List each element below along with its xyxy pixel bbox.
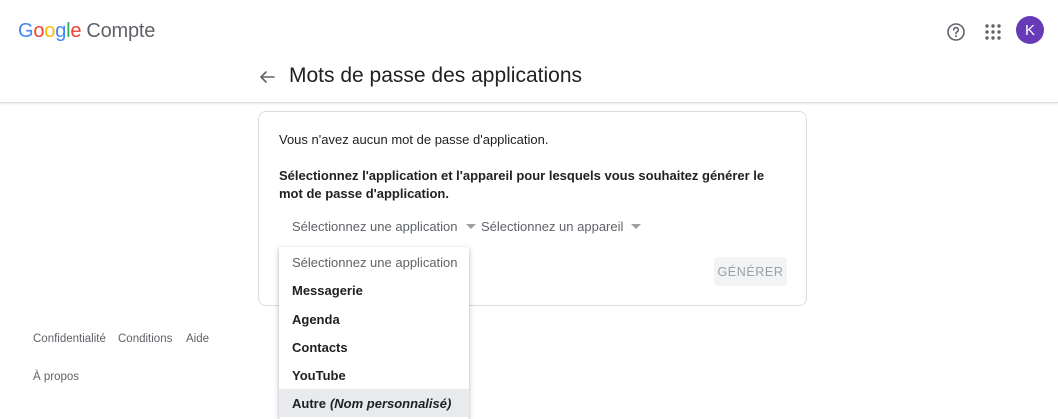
app-select-menu: Sélectionnez une application Messagerie … bbox=[279, 247, 469, 419]
no-password-message: Vous n'avez aucun mot de passe d'applica… bbox=[279, 132, 549, 147]
menu-item-youtube[interactable]: YouTube bbox=[279, 361, 469, 389]
device-select-label: Sélectionnez un appareil bbox=[481, 219, 624, 234]
device-select[interactable]: Sélectionnez un appareil bbox=[481, 219, 642, 234]
caret-down-icon bbox=[465, 224, 476, 229]
menu-item-contacts[interactable]: Contacts bbox=[279, 333, 469, 361]
footer-link-privacy[interactable]: Confidentialité bbox=[33, 333, 106, 345]
account-avatar[interactable]: K bbox=[1016, 16, 1044, 44]
footer-link-help[interactable]: Aide bbox=[186, 333, 209, 345]
instruction-text: Sélectionnez l'application et l'appareil… bbox=[279, 168, 765, 201]
arrow-back-icon[interactable] bbox=[258, 68, 276, 86]
app-select-label: Sélectionnez une application bbox=[292, 219, 458, 234]
google-account-logo[interactable]: Google Compte bbox=[18, 20, 155, 43]
product-name: Compte bbox=[86, 20, 156, 42]
menu-item-other[interactable]: Autre (Nom personnalisé) bbox=[279, 389, 469, 417]
footer-link-terms[interactable]: Conditions bbox=[118, 333, 172, 345]
footer-link-about[interactable]: À propos bbox=[33, 371, 79, 383]
caret-down-icon bbox=[631, 224, 642, 229]
menu-item-calendar[interactable]: Agenda bbox=[279, 305, 469, 333]
app-header: Google Compte K Mots de passe des applic… bbox=[0, 0, 1058, 103]
menu-placeholder-option[interactable]: Sélectionnez une application bbox=[279, 248, 469, 276]
help-circle-icon[interactable] bbox=[946, 22, 966, 42]
menu-item-other-label: Autre bbox=[292, 395, 326, 411]
app-select[interactable]: Sélectionnez une application bbox=[292, 219, 476, 234]
google-wordmark: Google bbox=[18, 20, 82, 42]
menu-item-mail[interactable]: Messagerie bbox=[279, 276, 469, 304]
generate-button[interactable]: GÉNÉRER bbox=[714, 257, 787, 286]
page-title: Mots de passe des applications bbox=[289, 64, 583, 87]
apps-grid-icon[interactable] bbox=[983, 22, 1003, 42]
menu-item-other-suffix: (Nom personnalisé) bbox=[329, 395, 452, 411]
